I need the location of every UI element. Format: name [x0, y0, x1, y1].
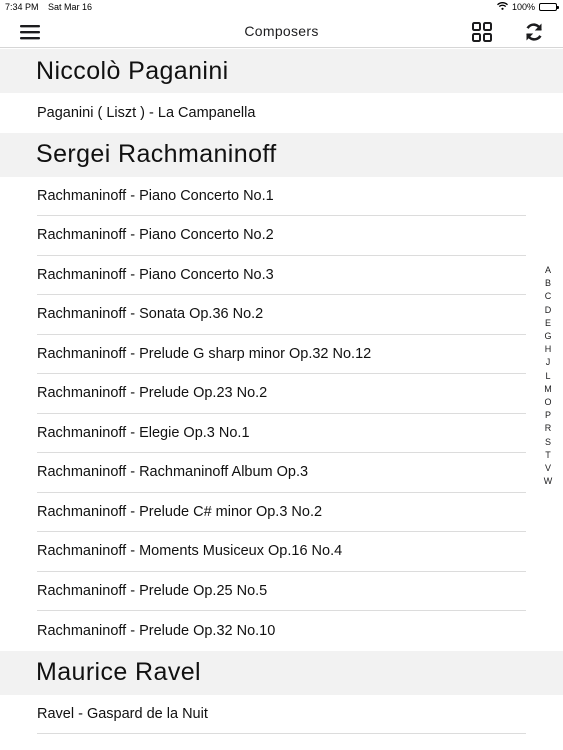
list-item[interactable]: Paganini ( Liszt ) - La Campanella	[37, 93, 526, 133]
status-right: 100%	[497, 2, 559, 12]
list-item[interactable]: Rachmaninoff - Rachmaninoff Album Op.3	[37, 453, 526, 493]
index-letter[interactable]: S	[545, 436, 551, 449]
list-item[interactable]: Rachmaninoff - Prelude G sharp minor Op.…	[37, 335, 526, 374]
status-time: 7:34 PM	[5, 2, 39, 12]
index-letter[interactable]: R	[545, 422, 552, 435]
wifi-icon	[497, 2, 508, 12]
refresh-icon[interactable]	[523, 21, 545, 43]
list-item[interactable]: Rachmaninoff - Elegie Op.3 No.1	[37, 414, 526, 453]
alphabet-index[interactable]: A B C D E G H J L M O P R S T V W	[541, 264, 555, 488]
status-bar: 7:34 PM Sat Mar 16 100%	[0, 0, 563, 16]
list-item[interactable]: Rachmaninoff - Piano Concerto No.1	[37, 177, 526, 216]
index-letter[interactable]: D	[545, 304, 552, 317]
section-header-paganini: Niccolò Paganini	[0, 49, 563, 93]
index-letter[interactable]: G	[544, 330, 551, 343]
index-letter[interactable]: T	[545, 449, 551, 462]
list-item[interactable]: Rachmaninoff - Prelude C# minor Op.3 No.…	[37, 493, 526, 532]
battery-percent: 100%	[511, 2, 535, 12]
section-header-ravel: Maurice Ravel	[0, 650, 563, 695]
status-date: Sat Mar 16	[48, 2, 93, 12]
index-letter[interactable]: A	[545, 264, 551, 277]
list-item[interactable]: Rachmaninoff - Prelude Op.23 No.2	[37, 374, 526, 414]
list-item[interactable]: Ravel - Gaspard de la Nuit	[37, 695, 526, 734]
composer-list: Niccolò Paganini Paganini ( Liszt ) - La…	[0, 49, 563, 734]
list-item[interactable]: Rachmaninoff - Moments Musiceux Op.16 No…	[37, 532, 526, 572]
index-letter[interactable]: H	[545, 343, 552, 356]
list-item[interactable]: Rachmaninoff - Piano Concerto No.3	[37, 256, 526, 295]
index-letter[interactable]: B	[545, 277, 551, 290]
index-letter[interactable]: M	[544, 383, 552, 396]
index-letter[interactable]: P	[545, 409, 551, 422]
list-item[interactable]: Rachmaninoff - Prelude Op.32 No.10	[37, 611, 526, 651]
list-item[interactable]: Rachmaninoff - Prelude Op.25 No.5	[37, 572, 526, 611]
index-letter[interactable]: O	[544, 396, 551, 409]
index-letter[interactable]: C	[545, 290, 552, 303]
index-letter[interactable]: E	[545, 317, 551, 330]
grid-view-icon[interactable]	[471, 21, 493, 43]
index-letter[interactable]: W	[544, 475, 553, 488]
list-item[interactable]: Rachmaninoff - Sonata Op.36 No.2	[37, 295, 526, 335]
index-letter[interactable]: V	[545, 462, 551, 475]
list-item[interactable]: Rachmaninoff - Piano Concerto No.2	[37, 216, 526, 256]
battery-icon	[539, 3, 559, 11]
index-letter[interactable]: L	[545, 370, 550, 383]
section-header-rachmaninoff: Sergei Rachmaninoff	[0, 132, 563, 177]
index-letter[interactable]: J	[546, 356, 551, 369]
nav-bar: Composers	[0, 16, 563, 48]
